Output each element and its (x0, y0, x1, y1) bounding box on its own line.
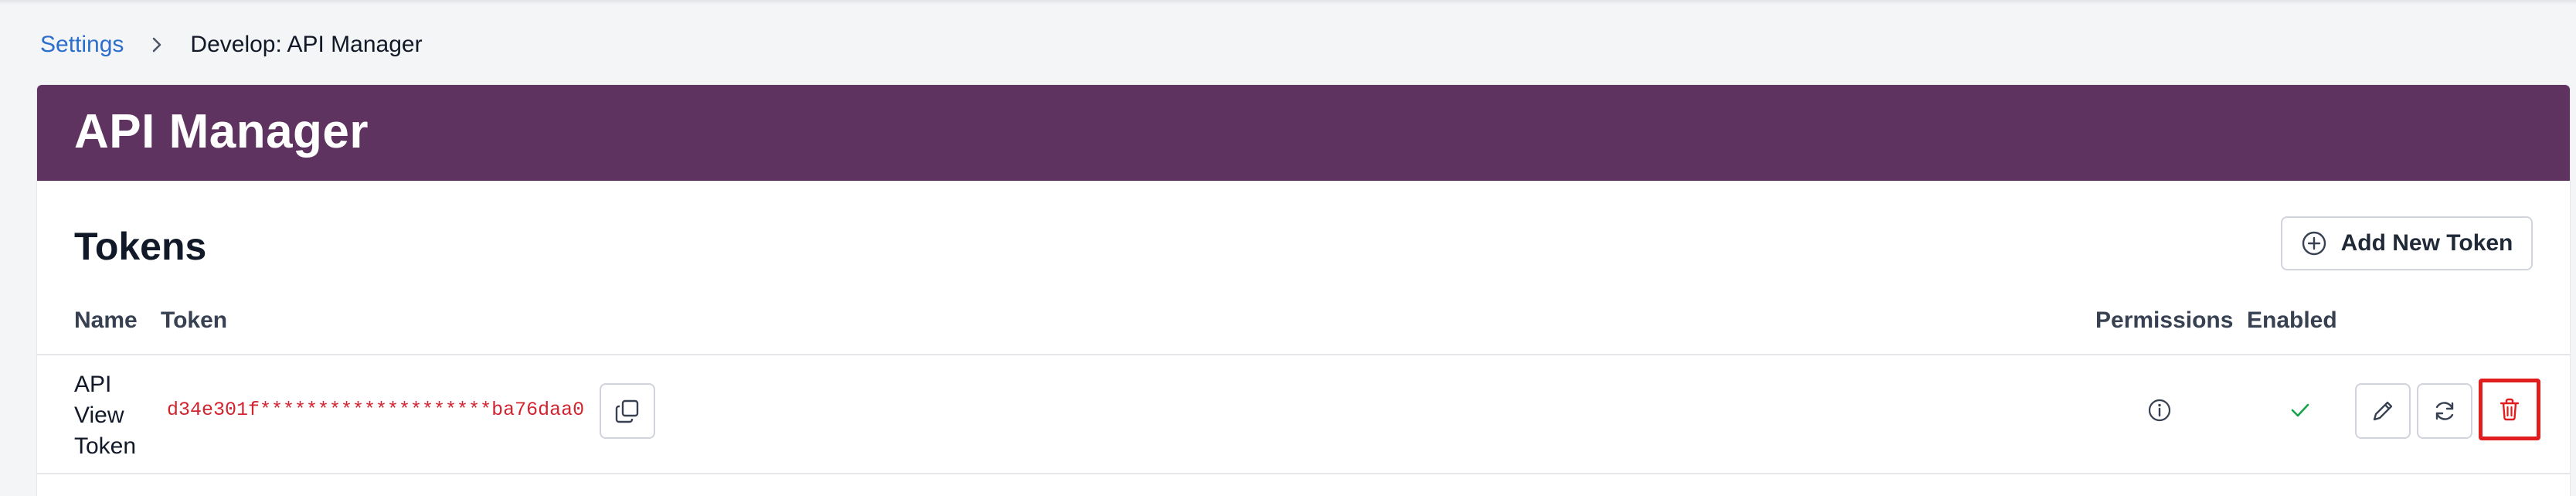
token-name-line: API (74, 372, 112, 397)
table-header: Name Token Permissions Enabled (37, 301, 2570, 340)
chevron-right-icon (150, 36, 164, 54)
row-divider (37, 473, 2570, 474)
table-row: API View Token d34e301f*****************… (37, 355, 2570, 473)
regenerate-token-button[interactable] (2417, 383, 2472, 439)
add-new-token-button[interactable]: Add New Token (2281, 216, 2533, 270)
check-icon (2289, 399, 2312, 426)
refresh-icon (2435, 402, 2454, 420)
page-title: API Manager (74, 104, 369, 158)
breadcrumb-settings-link[interactable]: Settings (40, 32, 124, 58)
info-icon[interactable] (2146, 397, 2173, 427)
breadcrumb-current: Develop: API Manager (190, 32, 423, 57)
plus-circle-icon (2302, 231, 2326, 256)
card-header: API Manager (37, 85, 2570, 181)
column-header-name: Name (74, 307, 138, 333)
column-header-enabled: Enabled (2247, 307, 2337, 333)
token-name-line: View (74, 403, 124, 428)
token-value: d34e301f********************ba76daa0 (167, 399, 585, 421)
token-name-line: Token (74, 433, 137, 459)
top-edge (0, 0, 2576, 5)
tokens-title: Tokens (74, 225, 207, 268)
api-manager-card: API Manager Tokens Add New Token Name To… (37, 85, 2570, 496)
breadcrumb: Settings Develop: API Manager (40, 29, 423, 60)
add-new-token-label: Add New Token (2340, 230, 2513, 256)
copy-token-button[interactable] (600, 383, 655, 439)
edit-token-button[interactable] (2355, 383, 2411, 439)
tokens-section-header: Tokens Add New Token (74, 216, 2533, 278)
token-name: API View Token (74, 369, 151, 462)
column-header-token: Token (161, 307, 228, 333)
copy-icon (615, 399, 639, 423)
trash-icon (2500, 398, 2520, 421)
delete-token-button[interactable] (2479, 379, 2540, 440)
pencil-icon (2373, 401, 2393, 421)
column-header-permissions: Permissions (2095, 307, 2234, 333)
